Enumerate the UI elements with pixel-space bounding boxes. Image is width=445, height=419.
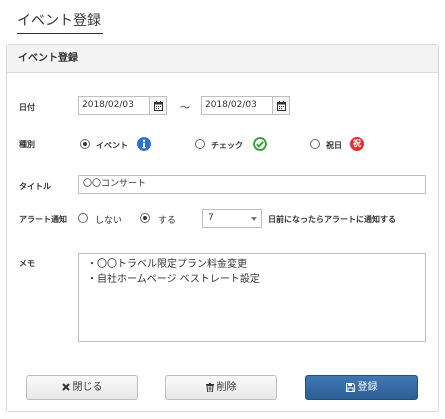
start-date-input[interactable]: 2018/02/03: [78, 96, 150, 115]
title-input[interactable]: 〇〇コンサート: [78, 175, 426, 194]
holiday-icon: 祝: [350, 137, 364, 151]
type-radio-event[interactable]: [80, 139, 90, 149]
type-radio-holiday-label: 祝日: [326, 141, 342, 150]
memo-line: ・自社ホームページ ベストレート設定: [87, 274, 260, 285]
type-radio-event-label: イベント: [96, 141, 128, 150]
alert-radio-on[interactable]: [140, 213, 150, 223]
start-date-calendar-button[interactable]: [150, 96, 167, 115]
type-radio-check-label: チェック: [211, 141, 243, 150]
delete-button[interactable]: 削除: [165, 375, 277, 400]
alert-radio-off-label: しない: [95, 216, 123, 226]
end-date-input[interactable]: 2018/02/03: [201, 96, 273, 115]
alert-label: アラート通知: [19, 215, 67, 224]
memo-textarea[interactable]: ・〇〇トラベル限定プラン料金変更 ・自社ホームページ ベストレート設定: [78, 253, 426, 342]
page-title: イベント登録: [17, 13, 101, 29]
date-range-separator: ～: [180, 103, 190, 114]
type-radio-check[interactable]: [195, 139, 205, 149]
panel-header: イベント登録: [7, 45, 438, 73]
close-button[interactable]: 閉じる: [26, 375, 138, 400]
check-icon: [253, 137, 267, 151]
calendar-icon: [154, 101, 163, 111]
delete-button-label: 削除: [216, 382, 237, 393]
page-title-underline: [17, 33, 103, 34]
alert-days-value: 7: [208, 213, 214, 223]
register-button-label: 登録: [357, 382, 378, 393]
info-icon: [137, 137, 151, 151]
date-label: 日付: [19, 103, 35, 112]
close-button-label: 閉じる: [72, 382, 103, 393]
trash-icon: [205, 382, 214, 392]
memo-line: ・〇〇トラベル限定プラン料金変更: [87, 259, 247, 270]
alert-radio-off[interactable]: [78, 213, 88, 223]
alert-days-suffix: 日前になったらアラートに通知する: [268, 215, 396, 224]
title-label: タイトル: [19, 182, 51, 191]
memo-label: メモ: [19, 259, 35, 268]
end-date-calendar-button[interactable]: [273, 96, 290, 115]
type-radio-holiday[interactable]: [310, 139, 320, 149]
save-icon: [345, 382, 355, 392]
alert-radio-on-label: する: [158, 216, 177, 226]
chevron-down-icon: [251, 217, 257, 221]
calendar-icon: [277, 101, 286, 111]
register-button[interactable]: 登録: [305, 375, 418, 400]
close-icon: [61, 383, 70, 391]
type-label: 種別: [19, 140, 35, 149]
